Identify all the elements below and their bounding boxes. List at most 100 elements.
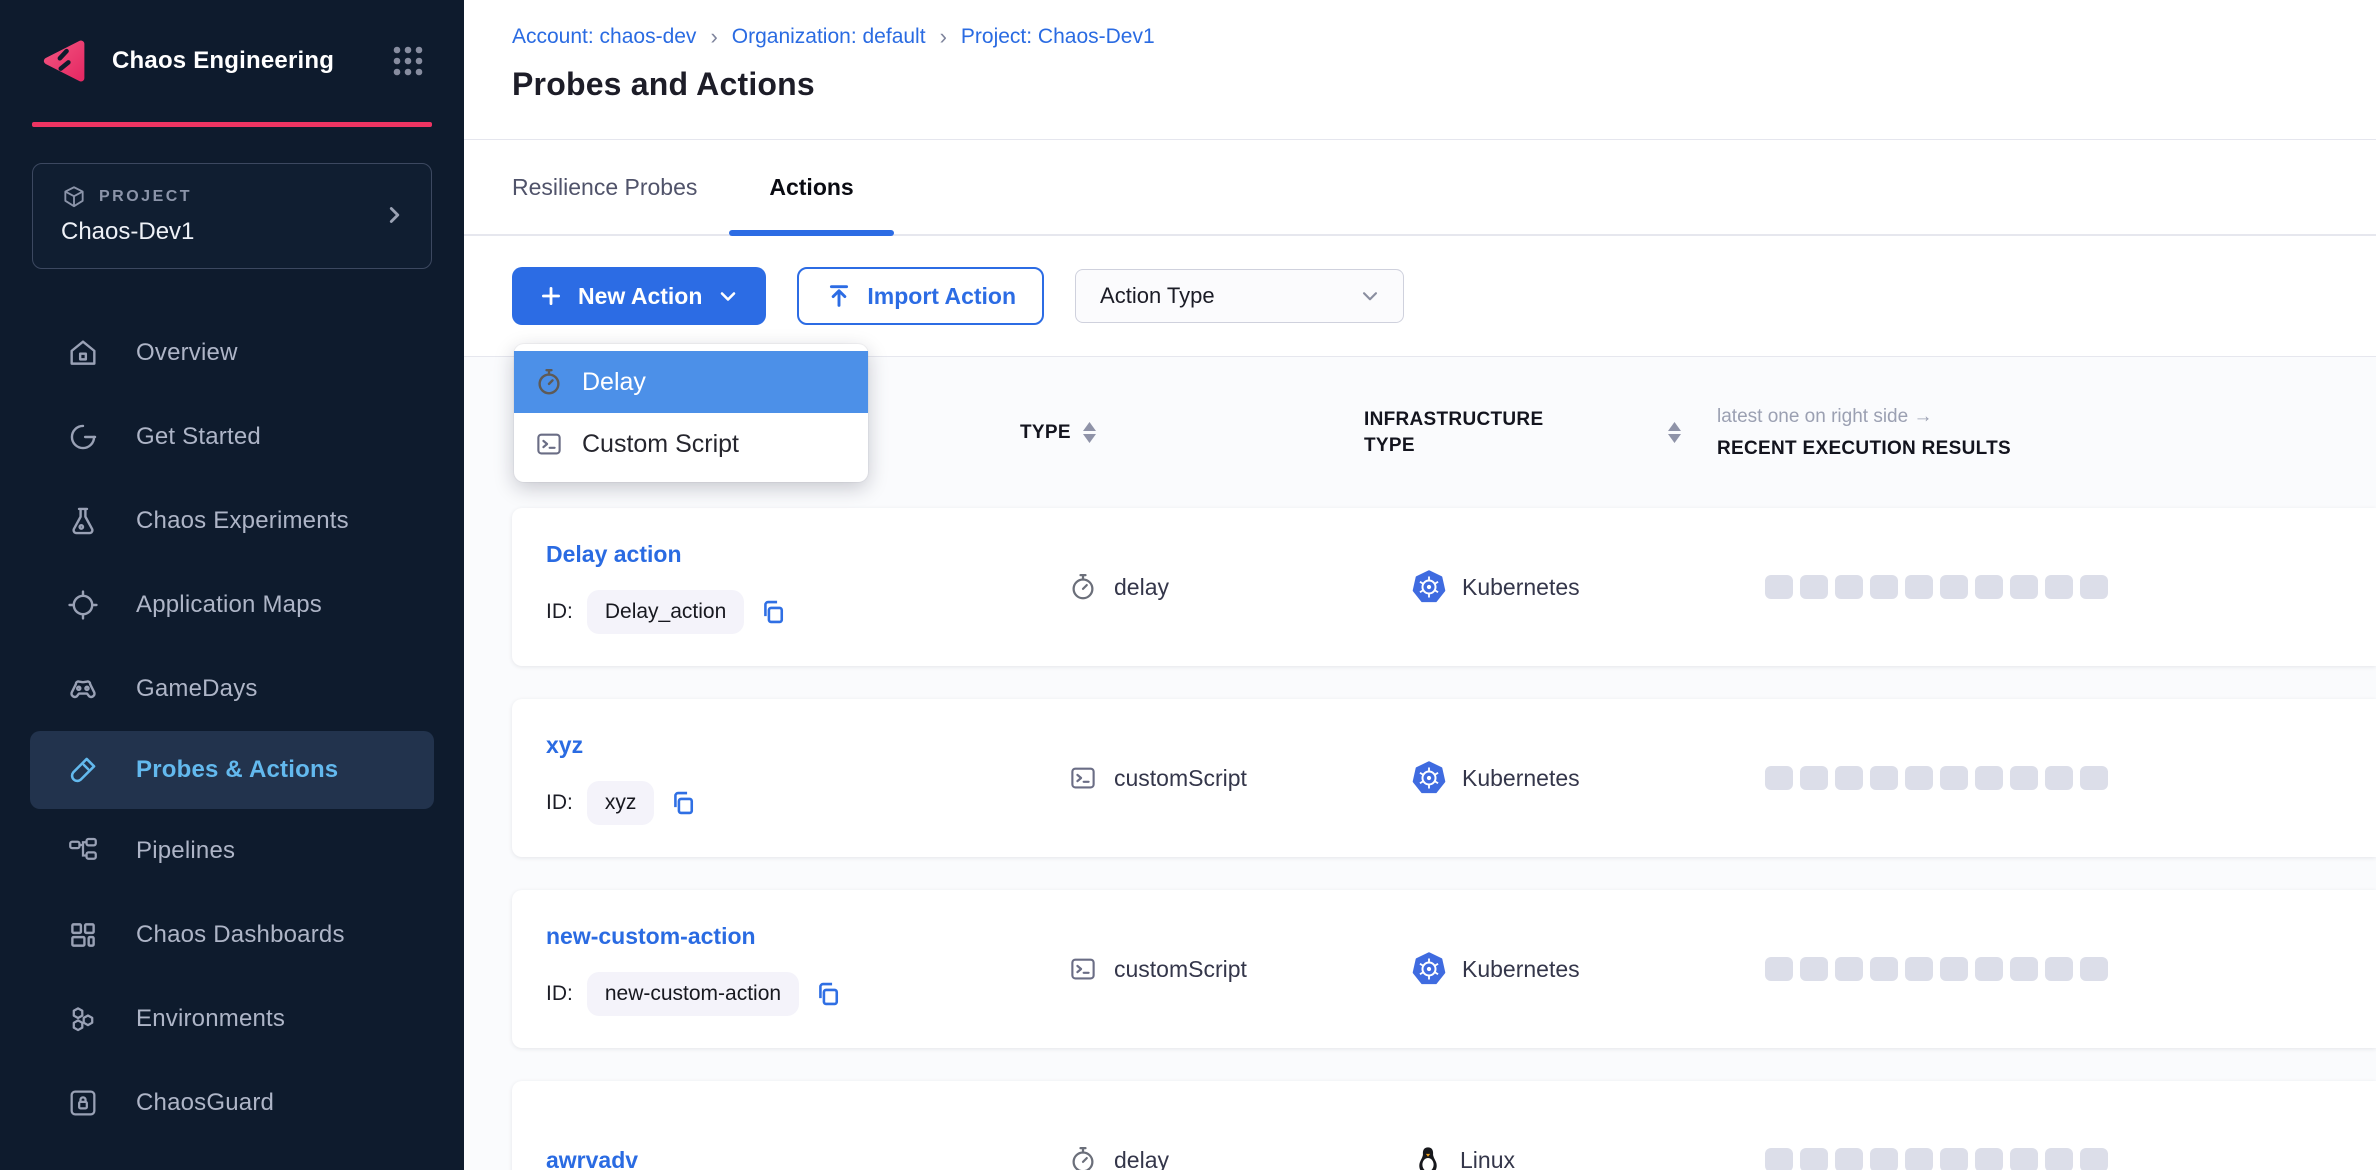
copy-icon[interactable]: [668, 788, 698, 818]
menu-item-label: Custom Script: [582, 430, 739, 459]
page-title: Probes and Actions: [512, 66, 2376, 103]
linux-icon: [1412, 1144, 1444, 1170]
action-name-link[interactable]: Delay action: [546, 541, 1068, 568]
sidebar-item-gamedays[interactable]: GameDays: [0, 647, 464, 731]
action-name-link[interactable]: new-custom-action: [546, 923, 1068, 950]
app-switcher-icon[interactable]: [386, 39, 430, 83]
tab-bar: Resilience Probes Actions: [464, 140, 2376, 236]
column-header-type[interactable]: TYPE: [1020, 420, 1364, 446]
id-label: ID:: [546, 600, 573, 624]
sidebar-item-label: Get Started: [136, 423, 261, 451]
toolbar: New Action Import Action Action Type: [464, 236, 2376, 357]
menu-item-delay[interactable]: Delay: [514, 351, 868, 413]
action-type-text: delay: [1114, 574, 1169, 601]
results-note: latest one on right side →: [1717, 406, 2356, 428]
copy-icon[interactable]: [813, 979, 843, 1009]
sidebar-header: Chaos Engineering: [0, 0, 464, 122]
copy-icon[interactable]: [758, 597, 788, 627]
breadcrumb-separator: ›: [940, 24, 947, 50]
tab-actions[interactable]: Actions: [729, 140, 893, 234]
page-header: Account: chaos-dev › Organization: defau…: [464, 0, 2376, 140]
app-window: Chaos Engineering PROJECT Chaos-Dev1: [0, 0, 2376, 1170]
sidebar-item-overview[interactable]: Overview: [0, 311, 464, 395]
sidebar-item-label: Pipelines: [136, 837, 235, 865]
harness-logo-icon[interactable]: [36, 34, 90, 88]
chevron-right-icon: [381, 202, 407, 228]
get-started-icon: [66, 420, 100, 454]
action-id-chip: new-custom-action: [587, 972, 799, 1016]
action-type-select[interactable]: Action Type: [1075, 269, 1404, 323]
recent-execution-placeholders: [1765, 766, 2376, 790]
sidebar-item-get-started[interactable]: Get Started: [0, 395, 464, 479]
lock-icon: [66, 1086, 100, 1120]
sidebar-item-chaosguard[interactable]: ChaosGuard: [0, 1061, 464, 1145]
import-icon: [825, 282, 853, 310]
infrastructure-text: Kubernetes: [1462, 765, 1580, 792]
new-action-label: New Action: [578, 283, 702, 310]
new-action-dropdown-menu: Delay Custom Script: [514, 344, 868, 482]
action-id-chip: xyz: [587, 781, 655, 825]
infrastructure-text: Linux: [1460, 1147, 1515, 1170]
action-name-link[interactable]: awrvadv: [546, 1147, 1068, 1170]
breadcrumb-separator: ›: [710, 24, 717, 50]
project-selector[interactable]: PROJECT Chaos-Dev1: [32, 163, 432, 269]
action-type-text: customScript: [1114, 956, 1247, 983]
column-header-recent-execution-results: latest one on right side → RECENT EXECUT…: [1717, 406, 2356, 460]
sidebar-item-label: Overview: [136, 339, 238, 367]
action-type-text: customScript: [1114, 765, 1247, 792]
import-action-button[interactable]: Import Action: [797, 267, 1044, 325]
menu-item-custom-script[interactable]: Custom Script: [514, 413, 868, 475]
tab-resilience-probes[interactable]: Resilience Probes: [480, 140, 729, 234]
sidebar-item-label: ChaosGuard: [136, 1089, 274, 1117]
stopwatch-icon: [1068, 572, 1098, 602]
new-action-button[interactable]: New Action: [512, 267, 766, 325]
pipelines-icon: [66, 834, 100, 868]
import-action-label: Import Action: [867, 283, 1016, 310]
id-label: ID:: [546, 982, 573, 1006]
dashboards-icon: [66, 918, 100, 952]
sidebar-item-environments[interactable]: Environments: [0, 977, 464, 1061]
hexagons-icon: [66, 1002, 100, 1036]
sidebar-item-label: GameDays: [136, 675, 258, 703]
main-content: Account: chaos-dev › Organization: defau…: [464, 0, 2376, 1170]
project-name: Chaos-Dev1: [61, 218, 381, 246]
sort-icon[interactable]: [1083, 422, 1096, 443]
sidebar-item-chaos-dashboards[interactable]: Chaos Dashboards: [0, 893, 464, 977]
terminal-icon: [534, 429, 564, 459]
action-name-link[interactable]: xyz: [546, 732, 1068, 759]
breadcrumb-account-link[interactable]: Account: chaos-dev: [512, 25, 696, 49]
breadcrumb-project-link[interactable]: Project: Chaos-Dev1: [961, 25, 1155, 49]
results-header-label: RECENT EXECUTION RESULTS: [1717, 438, 2356, 460]
id-label: ID:: [546, 791, 573, 815]
home-icon: [66, 336, 100, 370]
table-row[interactable]: awrvadv delay Linux: [512, 1081, 2376, 1170]
sidebar-item-label: Application Maps: [136, 591, 322, 619]
sidebar-item-label: Chaos Experiments: [136, 507, 349, 535]
sort-icon[interactable]: [1668, 422, 1681, 443]
plus-icon: [538, 283, 564, 309]
project-label: PROJECT: [99, 188, 192, 206]
breadcrumb-organization-link[interactable]: Organization: default: [732, 25, 926, 49]
sidebar-item-application-maps[interactable]: Application Maps: [0, 563, 464, 647]
recent-execution-placeholders: [1765, 1148, 2376, 1170]
sidebar-item-label: Probes & Actions: [136, 756, 338, 784]
recent-execution-placeholders: [1765, 957, 2376, 981]
probe-icon: [66, 753, 100, 787]
infrastructure-type-header-label: INFRASTRUCTURE TYPE: [1364, 407, 1594, 458]
infrastructure-text: Kubernetes: [1462, 956, 1580, 983]
chevron-down-icon: [716, 284, 740, 308]
sidebar-accent-divider: [32, 122, 432, 127]
recent-execution-placeholders: [1765, 575, 2376, 599]
sidebar-item-pipelines[interactable]: Pipelines: [0, 809, 464, 893]
type-header-label: TYPE: [1020, 420, 1071, 446]
action-id-chip: Delay_action: [587, 590, 744, 634]
app-title: Chaos Engineering: [112, 47, 386, 75]
kubernetes-icon: [1412, 761, 1446, 795]
table-row[interactable]: xyz ID: xyz custom: [512, 699, 2376, 857]
table-row[interactable]: Delay action ID: Delay_action: [512, 508, 2376, 666]
column-header-infrastructure-type[interactable]: INFRASTRUCTURE TYPE: [1364, 407, 1717, 458]
sidebar-item-chaos-experiments[interactable]: Chaos Experiments: [0, 479, 464, 563]
sidebar-item-probes-actions[interactable]: Probes & Actions: [30, 731, 434, 809]
table-row[interactable]: new-custom-action ID: new-custom-action: [512, 890, 2376, 1048]
cube-icon: [61, 184, 87, 210]
